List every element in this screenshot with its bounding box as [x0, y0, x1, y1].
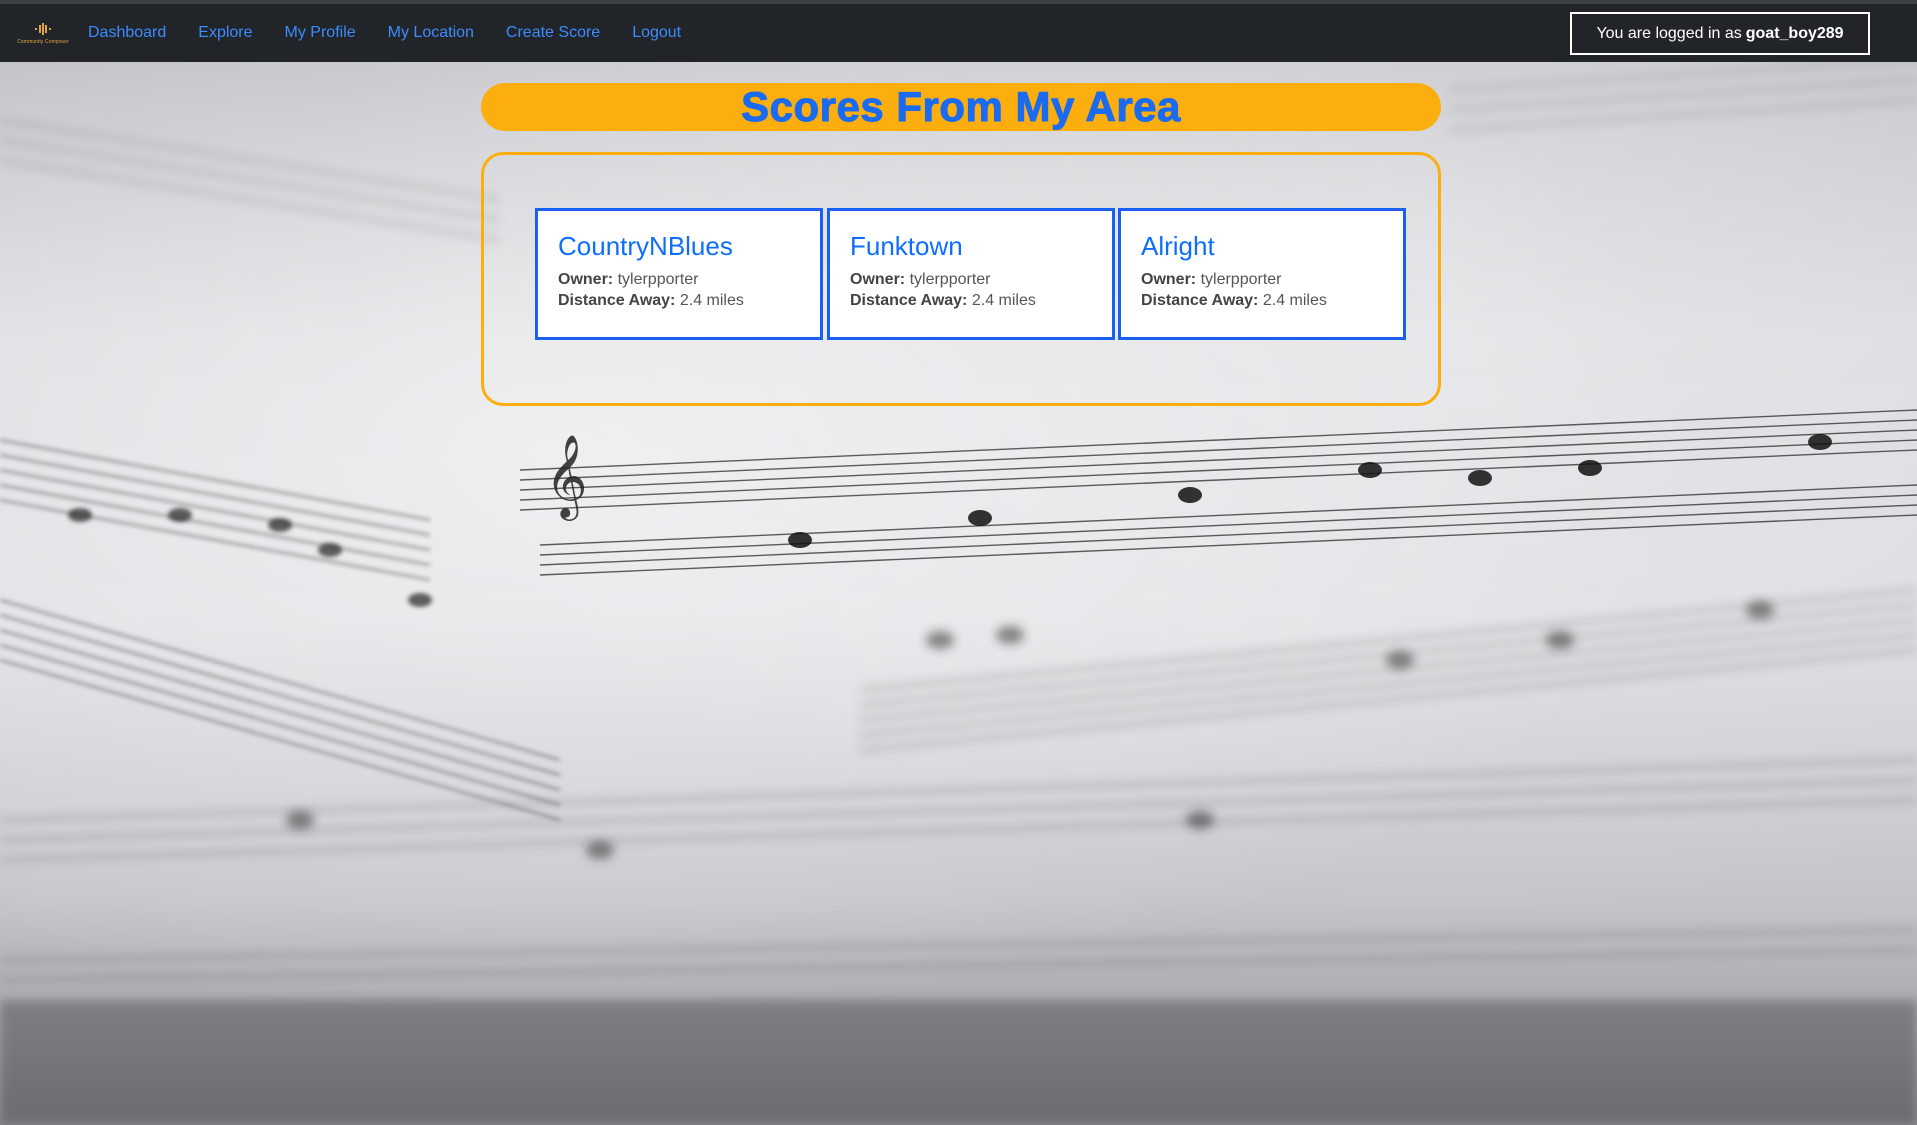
owner-value: tylerpporter — [909, 271, 991, 288]
owner-label: Owner: — [558, 271, 614, 288]
owner-value: tylerpporter — [1200, 271, 1282, 288]
score-owner: Owner: tylerpporter — [558, 269, 820, 290]
score-owner: Owner: tylerpporter — [850, 269, 1112, 290]
login-username: goat_boy289 — [1745, 24, 1844, 42]
nav-links: Dashboard Explore My Profile My Location… — [88, 24, 713, 42]
distance-label: Distance Away: — [1141, 292, 1259, 309]
brand-text: Community Composer — [17, 38, 69, 45]
score-owner: Owner: tylerpporter — [1141, 269, 1403, 290]
nav-link-my-location[interactable]: My Location — [388, 24, 474, 42]
owner-label: Owner: — [850, 271, 906, 288]
score-card[interactable]: Funktown Owner: tylerpporter Distance Aw… — [827, 208, 1115, 340]
score-distance: Distance Away: 2.4 miles — [1141, 290, 1403, 311]
sound-wave-icon — [35, 22, 51, 35]
nav-link-my-profile[interactable]: My Profile — [285, 24, 356, 42]
top-navbar: Community Composer Dashboard Explore My … — [0, 0, 1917, 62]
brand-logo[interactable]: Community Composer — [16, 15, 70, 51]
score-distance: Distance Away: 2.4 miles — [850, 290, 1112, 311]
nav-link-logout[interactable]: Logout — [632, 24, 681, 42]
distance-label: Distance Away: — [850, 292, 968, 309]
distance-label: Distance Away: — [558, 292, 676, 309]
distance-value: 2.4 miles — [971, 292, 1036, 309]
distance-value: 2.4 miles — [1262, 292, 1327, 309]
distance-value: 2.4 miles — [679, 292, 744, 309]
page-title-banner: Scores From My Area — [481, 83, 1441, 131]
score-card[interactable]: CountryNBlues Owner: tylerpporter Distan… — [535, 208, 823, 340]
nav-link-dashboard[interactable]: Dashboard — [88, 24, 166, 42]
owner-value: tylerpporter — [617, 271, 699, 288]
owner-label: Owner: — [1141, 271, 1197, 288]
scores-panel: CountryNBlues Owner: tylerpporter Distan… — [481, 152, 1441, 406]
score-title-link[interactable]: CountryNBlues — [558, 231, 820, 261]
score-card[interactable]: Alright Owner: tylerpporter Distance Awa… — [1118, 208, 1406, 340]
score-title-link[interactable]: Funktown — [850, 231, 1112, 261]
login-status-prefix: You are logged in as — [1596, 24, 1742, 42]
page-title: Scores From My Area — [741, 83, 1181, 131]
svg-text:𝄞: 𝄞 — [545, 433, 588, 521]
nav-link-create-score[interactable]: Create Score — [506, 24, 600, 42]
score-title-link[interactable]: Alright — [1141, 231, 1403, 261]
login-status-box: You are logged in as goat_boy289 — [1570, 12, 1870, 55]
score-distance: Distance Away: 2.4 miles — [558, 290, 820, 311]
nav-link-explore[interactable]: Explore — [198, 24, 252, 42]
